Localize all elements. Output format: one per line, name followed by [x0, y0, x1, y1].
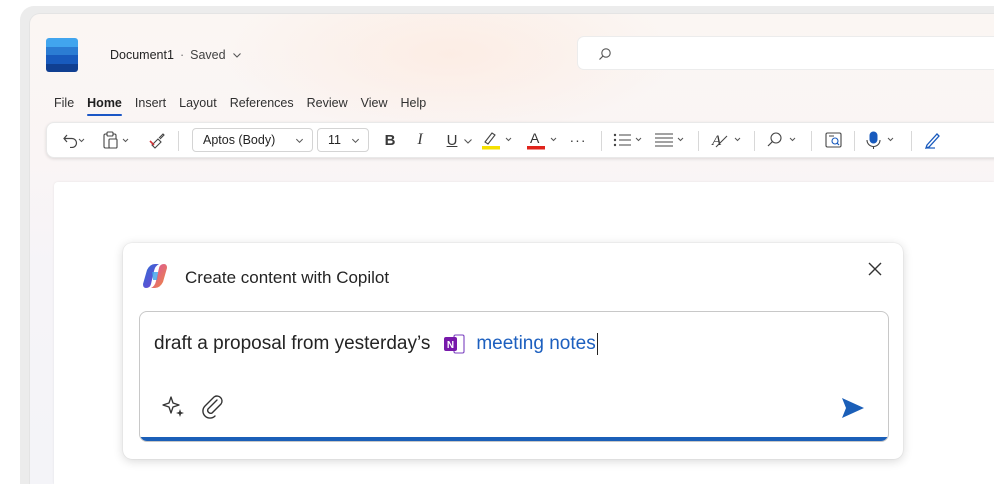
input-focus-bar — [140, 437, 888, 441]
bullet-list-icon — [613, 133, 642, 147]
save-status: Saved — [190, 48, 226, 62]
copilot-icon — [143, 264, 167, 288]
tab-insert[interactable]: Insert — [135, 96, 166, 116]
toolbar-divider — [911, 131, 912, 151]
word-app-icon — [46, 38, 78, 72]
chevron-down-icon — [464, 139, 472, 144]
font-size-value: 11 — [328, 133, 341, 147]
font-size-select[interactable]: 11 — [317, 128, 369, 152]
styles-icon: A — [711, 133, 741, 149]
onenote-icon: N — [442, 333, 470, 355]
editor-button[interactable] — [919, 123, 947, 157]
align-text-icon — [655, 133, 684, 147]
format-painter-button[interactable] — [145, 123, 169, 157]
toolbar-divider — [698, 131, 699, 151]
more-options-button[interactable]: ··· — [565, 123, 591, 157]
chevron-down-icon — [295, 138, 304, 144]
reuse-files-button[interactable] — [820, 123, 848, 157]
ribbon-tabs: File Home Insert Layout References Revie… — [54, 96, 426, 116]
search-icon — [767, 132, 796, 147]
search-box[interactable] — [577, 36, 994, 70]
copilot-title: Create content with Copilot — [185, 268, 390, 287]
paperclip-icon[interactable] — [200, 393, 226, 419]
italic-button[interactable]: I — [409, 123, 431, 157]
copilot-prompt-input[interactable]: draft a proposal from yesterday’s N meet… — [139, 311, 889, 442]
reuse-files-icon — [825, 132, 842, 148]
highlighter-icon — [482, 132, 512, 150]
pen-icon — [924, 133, 940, 150]
close-icon[interactable] — [865, 259, 885, 279]
find-button[interactable] — [763, 123, 803, 157]
send-icon[interactable] — [840, 396, 866, 420]
toolbar-divider — [854, 131, 855, 151]
toolbar-divider — [178, 131, 179, 151]
font-color-icon: A — [527, 130, 557, 150]
paste-button[interactable] — [99, 123, 135, 157]
undo-button[interactable] — [57, 123, 91, 157]
title-separator: · — [179, 48, 185, 62]
document-name: Document1 — [110, 48, 174, 62]
toolbar-divider — [754, 131, 755, 151]
tab-review[interactable]: Review — [307, 96, 348, 116]
font-name-select[interactable]: Aptos (Body) — [192, 128, 313, 152]
tab-references[interactable]: References — [230, 96, 294, 116]
underline-button[interactable]: U — [441, 123, 463, 157]
prompt-line: draft a proposal from yesterday’s N meet… — [154, 333, 599, 355]
tab-view[interactable]: View — [361, 96, 388, 116]
tab-layout[interactable]: Layout — [179, 96, 217, 116]
dictate-button[interactable] — [862, 123, 902, 157]
tab-file[interactable]: File — [54, 96, 74, 116]
document-title[interactable]: Document1 · Saved — [110, 48, 242, 62]
highlight-button[interactable] — [477, 123, 517, 157]
sparkle-prompts-icon[interactable] — [161, 395, 187, 419]
tab-help[interactable]: Help — [401, 96, 427, 116]
screenshot-background: Document1 · Saved File Home Insert Layou… — [0, 0, 994, 484]
text-caret — [596, 333, 599, 355]
svg-text:N: N — [447, 340, 454, 351]
styles-button[interactable]: A — [707, 123, 747, 157]
format-painter-icon — [149, 133, 165, 149]
chevron-down-icon — [351, 138, 360, 144]
microphone-icon — [866, 131, 894, 149]
copilot-dialog: Create content with Copilot draft a prop… — [123, 243, 903, 459]
bullets-button[interactable] — [611, 123, 647, 157]
font-color-button[interactable]: A — [522, 123, 562, 157]
search-icon — [599, 48, 611, 60]
undo-icon — [63, 134, 85, 148]
svg-text:A: A — [530, 130, 540, 146]
toolbar-divider — [811, 131, 812, 151]
clipboard-icon — [103, 131, 129, 149]
chevron-down-icon — [232, 53, 241, 58]
ribbon-toolbar: Aptos (Body) 11 B I U A ··· A — [46, 122, 994, 158]
align-button[interactable] — [651, 123, 689, 157]
prompt-text: draft a proposal from yesterday’s — [154, 333, 431, 354]
tab-home[interactable]: Home — [87, 96, 122, 116]
font-name-value: Aptos (Body) — [203, 133, 276, 147]
bold-button[interactable]: B — [379, 123, 401, 157]
meeting-notes-mention[interactable]: meeting notes — [476, 333, 595, 355]
toolbar-divider — [601, 131, 602, 151]
